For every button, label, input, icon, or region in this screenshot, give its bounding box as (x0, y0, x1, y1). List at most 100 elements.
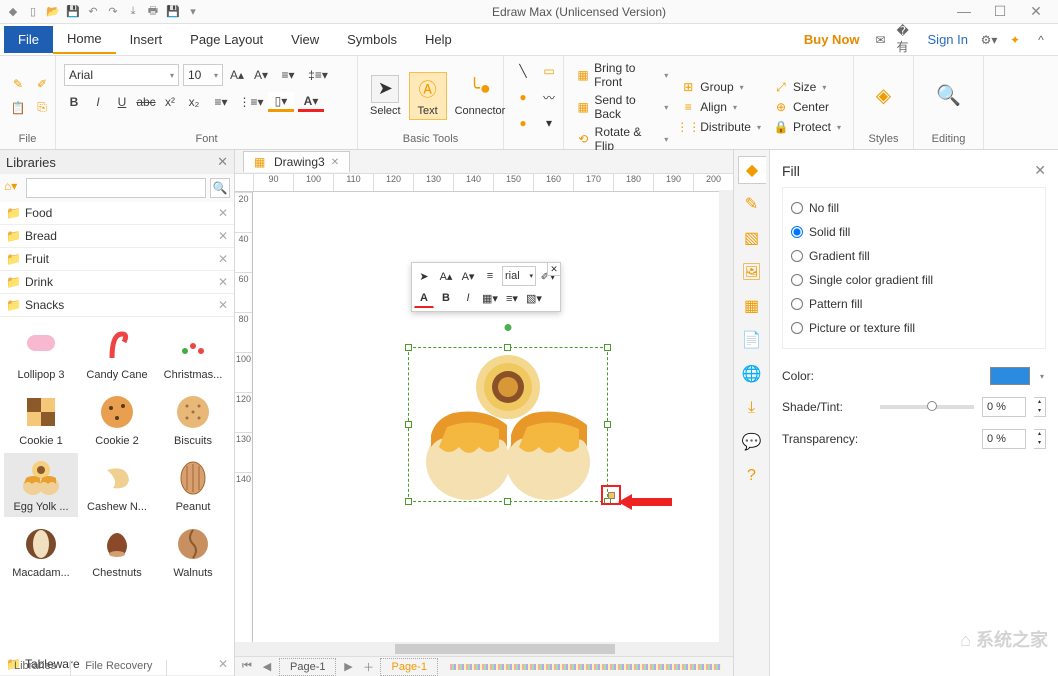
qat-more-icon[interactable]: ▾ (184, 3, 202, 21)
cat-snacks[interactable]: 📁Snacks✕ (0, 294, 234, 317)
app-color-icon[interactable]: ✦ (1005, 30, 1025, 50)
bold-icon[interactable]: B (64, 92, 84, 112)
tab-comment-icon[interactable]: 💬 (738, 428, 766, 456)
libraries-close-icon[interactable]: ✕ (217, 154, 228, 170)
page-tab-1b[interactable]: Page-1 (380, 658, 437, 676)
float-close-icon[interactable]: ✕ (547, 262, 561, 276)
open-icon[interactable]: 📂 (44, 3, 62, 21)
distribute-btn[interactable]: ⋮⋮Distribute▾ (676, 118, 765, 136)
circle-shape-icon[interactable]: ● (512, 86, 534, 108)
pt-prev-icon[interactable]: ◀ (259, 660, 275, 673)
handle-w[interactable] (405, 421, 412, 428)
pt-first-icon[interactable]: ⏮ (239, 660, 255, 673)
connector-tool[interactable]: ╰● Connector (451, 73, 510, 119)
styles-icon[interactable]: ◈ (876, 83, 891, 108)
ft-align-icon[interactable]: ≡ (480, 266, 500, 286)
rect-shape-icon[interactable]: ▭ (538, 60, 560, 82)
buy-now-link[interactable]: Buy Now (796, 32, 868, 47)
protect-btn[interactable]: 🔒Protect▾ (769, 118, 845, 136)
menu-page-layout[interactable]: Page Layout (176, 26, 277, 53)
shape-walnuts[interactable]: Walnuts (156, 519, 230, 583)
trans-value[interactable]: 0 % (982, 429, 1026, 449)
send-to-back[interactable]: ▦Send to Back▾ (572, 92, 672, 122)
pt-add-icon[interactable]: ＋ (360, 659, 376, 675)
cat-drink[interactable]: 📁Drink✕ (0, 271, 234, 294)
line-spacing-icon[interactable]: ‡≡▾ (305, 65, 331, 85)
menu-insert[interactable]: Insert (116, 26, 177, 53)
color-swatch[interactable] (990, 367, 1030, 385)
ft-line-icon[interactable]: ≡▾ (502, 288, 522, 308)
format-painter-icon[interactable]: ✐ (32, 74, 52, 94)
feedback-icon[interactable]: ✉ (871, 30, 891, 50)
shade-spinner[interactable]: ▴▾ (1034, 397, 1046, 417)
font-size-select[interactable]: 10▾ (183, 64, 223, 86)
superscript-icon[interactable]: x² (160, 92, 180, 112)
undo-icon[interactable]: ↶ (84, 3, 102, 21)
tab-shadow-icon[interactable]: ▧ (738, 224, 766, 252)
increase-size-icon[interactable]: A▴ (227, 65, 247, 85)
opt-gradient-fill[interactable]: Gradient fill (791, 244, 1037, 268)
highlight-icon[interactable]: ▯▾ (268, 92, 294, 112)
ft-shadow-icon[interactable]: ▧▾ (524, 288, 544, 308)
save2-icon[interactable]: 💾 (164, 3, 182, 21)
tab-picture-icon[interactable]: 🖼 (738, 258, 766, 286)
collapse-ribbon-icon[interactable]: ^ (1031, 30, 1051, 50)
underline-icon[interactable]: U (112, 92, 132, 112)
oval-shape-icon[interactable]: ● (512, 112, 534, 134)
more-shape-icon[interactable]: ▾ (538, 112, 560, 134)
shape-peanut[interactable]: Peanut (156, 453, 230, 517)
ft-fill-icon[interactable]: ▦▾ (480, 288, 500, 308)
handle-nw[interactable] (405, 344, 412, 351)
polyline-shape-icon[interactable]: 〰 (538, 86, 560, 108)
italic-icon[interactable]: I (88, 92, 108, 112)
new-icon[interactable]: ▯ (24, 3, 42, 21)
font-color-icon[interactable]: A▾ (298, 92, 324, 112)
ft-pointer-icon[interactable]: ➤ (414, 266, 434, 286)
line-shape-icon[interactable]: ╲ (512, 60, 534, 82)
bottom-libraries[interactable]: Libraries (0, 660, 71, 676)
decrease-size-icon[interactable]: A▾ (251, 65, 271, 85)
center-btn[interactable]: ⊕Center (769, 98, 845, 116)
opt-picture-fill[interactable]: Picture or texture fill (791, 316, 1037, 340)
opt-no-fill[interactable]: No fill (791, 196, 1037, 220)
handle-s[interactable] (504, 498, 511, 505)
shape-chestnuts[interactable]: Chestnuts (80, 519, 154, 583)
minimize-button[interactable]: — (952, 3, 976, 20)
shade-slider[interactable] (880, 405, 974, 409)
tab-help-icon[interactable]: ? (738, 462, 766, 490)
tab-web-icon[interactable]: 🌐 (738, 360, 766, 388)
ft-incsize-icon[interactable]: A▴ (436, 266, 456, 286)
shape-eggyolk[interactable]: Egg Yolk ... (4, 453, 78, 517)
ft-italic-icon[interactable]: I (458, 288, 478, 308)
fill-close-icon[interactable]: ✕ (1034, 162, 1046, 179)
scrollbar-vertical[interactable] (719, 190, 733, 656)
tab-page-icon[interactable]: 📄 (738, 326, 766, 354)
tab-line-icon[interactable]: ✎ (738, 190, 766, 218)
library-home-icon[interactable]: ⌂▾ (4, 179, 22, 197)
page-tab-1[interactable]: Page-1 (279, 658, 336, 676)
text-tool[interactable]: Ⓐ Text (409, 72, 447, 120)
shape-macadamia[interactable]: Macadam... (4, 519, 78, 583)
opt-solid-fill[interactable]: Solid fill (791, 220, 1037, 244)
menu-help[interactable]: Help (411, 26, 466, 53)
menu-view[interactable]: View (277, 26, 333, 53)
tab-layers-icon[interactable]: ▦ (738, 292, 766, 320)
cat-bread[interactable]: 📁Bread✕ (0, 225, 234, 248)
trans-spinner[interactable]: ▴▾ (1034, 429, 1046, 449)
gear-icon[interactable]: ⚙▾ (979, 30, 999, 50)
signin-link[interactable]: Sign In (920, 32, 976, 47)
ft-decsize-icon[interactable]: A▾ (458, 266, 478, 286)
shape-cashew[interactable]: Cashew N... (80, 453, 154, 517)
handle-ne[interactable] (604, 344, 611, 351)
opt-pattern-fill[interactable]: Pattern fill (791, 292, 1037, 316)
select-tool[interactable]: ➤ Select (366, 73, 405, 119)
shape-cookie1[interactable]: Cookie 1 (4, 387, 78, 451)
tab-fill-icon[interactable]: ◆ (738, 156, 766, 184)
shape-lollipop3[interactable]: Lollipop 3 (4, 321, 78, 385)
redo-icon[interactable]: ↷ (104, 3, 122, 21)
ft-fontcolor-icon[interactable]: A (414, 288, 434, 308)
pt-next-icon[interactable]: ▶ (340, 660, 356, 673)
handle-e[interactable] (604, 421, 611, 428)
strike-icon[interactable]: abc (136, 92, 156, 112)
brush-icon[interactable]: ✎ (8, 74, 28, 94)
